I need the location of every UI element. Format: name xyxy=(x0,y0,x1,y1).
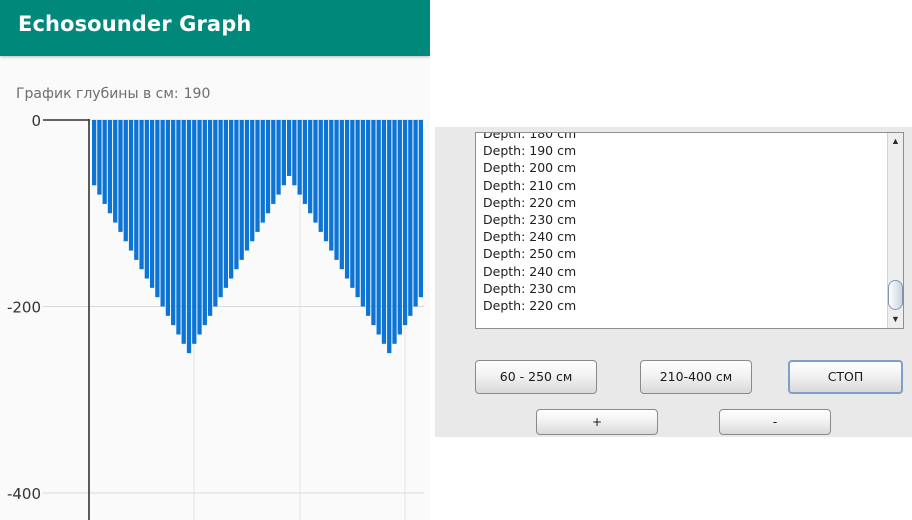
depth-list-item[interactable]: Depth: 180 cm xyxy=(483,133,576,142)
depth-bar xyxy=(113,120,118,223)
depth-bar xyxy=(313,120,318,223)
depth-bar xyxy=(355,120,360,298)
depth-bar xyxy=(276,120,281,195)
depth-bar xyxy=(418,120,423,298)
depth-caption-value: 190 xyxy=(183,86,211,102)
depth-bar xyxy=(265,120,271,214)
depth-list-item[interactable]: Depth: 220 cm xyxy=(483,297,576,314)
range-60-250-button[interactable]: 60 - 250 см xyxy=(475,360,597,394)
depth-bar xyxy=(123,120,128,242)
depth-bar xyxy=(260,120,265,223)
depth-bar xyxy=(392,120,397,344)
depth-bar xyxy=(255,120,260,232)
depth-bar xyxy=(360,120,366,307)
depth-bar xyxy=(207,120,213,316)
range-210-400-button[interactable]: 210-400 см xyxy=(640,360,752,394)
depth-bar xyxy=(381,120,387,344)
depth-bar xyxy=(397,120,402,335)
stop-button[interactable]: СТОП xyxy=(788,360,903,394)
depth-bar xyxy=(344,120,350,279)
depth-bar xyxy=(366,120,371,316)
scroll-down-arrow-icon[interactable]: ▼ xyxy=(888,312,903,327)
depth-list-item[interactable]: Depth: 200 cm xyxy=(483,159,576,176)
depth-bar xyxy=(402,120,408,326)
depth-bar xyxy=(176,120,181,335)
depth-bar xyxy=(155,120,160,298)
depth-bar xyxy=(223,120,229,288)
depth-bar xyxy=(271,120,276,204)
depth-bar xyxy=(92,120,97,186)
depth-bar xyxy=(297,120,302,195)
vertical-scrollbar[interactable]: ▲ ▼ xyxy=(887,133,903,328)
depth-bar xyxy=(334,120,339,260)
depth-bar xyxy=(329,120,334,251)
depth-bar xyxy=(302,120,308,204)
y-tick-label: 0 xyxy=(31,112,41,130)
depth-bar xyxy=(229,120,234,279)
depth-bar xyxy=(213,120,218,307)
depth-chart: 0 -200 -400 xyxy=(7,112,424,520)
depth-bar xyxy=(376,120,381,335)
chart-axes: 0 -200 -400 xyxy=(7,112,90,520)
scroll-up-arrow-icon[interactable]: ▲ xyxy=(888,134,903,149)
depth-bar xyxy=(323,120,329,242)
depth-list-item[interactable]: Depth: 250 cm xyxy=(483,245,576,262)
depth-bar xyxy=(239,120,244,260)
depth-bar xyxy=(97,120,102,195)
depth-bar xyxy=(197,120,202,335)
depth-bar xyxy=(202,120,207,326)
desktop-control-panel: Depth: 180 cm Depth: 190 cm Depth: 200 cm D… xyxy=(435,127,912,437)
screenshot-root: Echosounder Graph 0 -200 -400 График глуби… xyxy=(0,0,912,520)
depth-list-item[interactable]: Depth: 240 cm xyxy=(483,228,576,245)
depth-bar xyxy=(250,120,255,242)
depth-bar xyxy=(107,120,113,214)
depth-list-item[interactable]: Depth: 230 cm xyxy=(483,280,576,297)
depth-bar xyxy=(186,120,192,354)
depth-bar xyxy=(160,120,165,307)
depth-bar xyxy=(118,120,123,232)
plus-button[interactable]: + xyxy=(536,409,658,435)
depth-list-item[interactable]: Depth: 240 cm xyxy=(483,263,576,280)
depth-bar xyxy=(413,120,418,307)
depth-list: Depth: 180 cm Depth: 190 cm Depth: 200 cm D… xyxy=(483,133,576,314)
depth-bar xyxy=(281,120,286,186)
scroll-thumb[interactable] xyxy=(888,280,903,310)
depth-list-box[interactable]: Depth: 180 cm Depth: 190 cm Depth: 200 cm D… xyxy=(475,132,904,329)
depth-bar xyxy=(134,120,139,260)
android-app-panel: Echosounder Graph 0 -200 -400 График глуби… xyxy=(0,0,430,520)
depth-bar xyxy=(102,120,107,204)
y-tick-label: -200 xyxy=(7,299,41,317)
depth-bar xyxy=(318,120,323,232)
depth-bar xyxy=(165,120,171,316)
depth-bar xyxy=(308,120,313,214)
depth-list-item[interactable]: Depth: 220 cm xyxy=(483,194,576,211)
depth-bar xyxy=(292,120,297,186)
depth-bar xyxy=(171,120,176,326)
depth-bar xyxy=(144,120,149,279)
depth-bar xyxy=(192,120,197,344)
depth-bar xyxy=(181,120,186,344)
chart-bars xyxy=(92,120,423,354)
depth-list-item[interactable]: Depth: 210 cm xyxy=(483,177,576,194)
depth-bar xyxy=(387,120,392,354)
depth-bar xyxy=(139,120,144,270)
depth-bar xyxy=(244,120,250,251)
depth-bar xyxy=(350,120,355,288)
depth-bar xyxy=(149,120,155,288)
depth-bar xyxy=(371,120,376,326)
minus-button[interactable]: - xyxy=(719,409,831,435)
depth-list-item[interactable]: Depth: 190 cm xyxy=(483,142,576,159)
depth-bar xyxy=(218,120,223,298)
depth-bar xyxy=(339,120,344,270)
depth-bar xyxy=(286,120,292,176)
depth-caption-label: График глубины в см: xyxy=(16,86,179,102)
depth-bar xyxy=(234,120,239,270)
y-tick-label: -400 xyxy=(7,485,41,503)
depth-bar xyxy=(128,120,134,251)
depth-bar xyxy=(408,120,413,316)
depth-caption: График глубины в см: 190 xyxy=(16,86,210,102)
depth-list-item[interactable]: Depth: 230 cm xyxy=(483,211,576,228)
